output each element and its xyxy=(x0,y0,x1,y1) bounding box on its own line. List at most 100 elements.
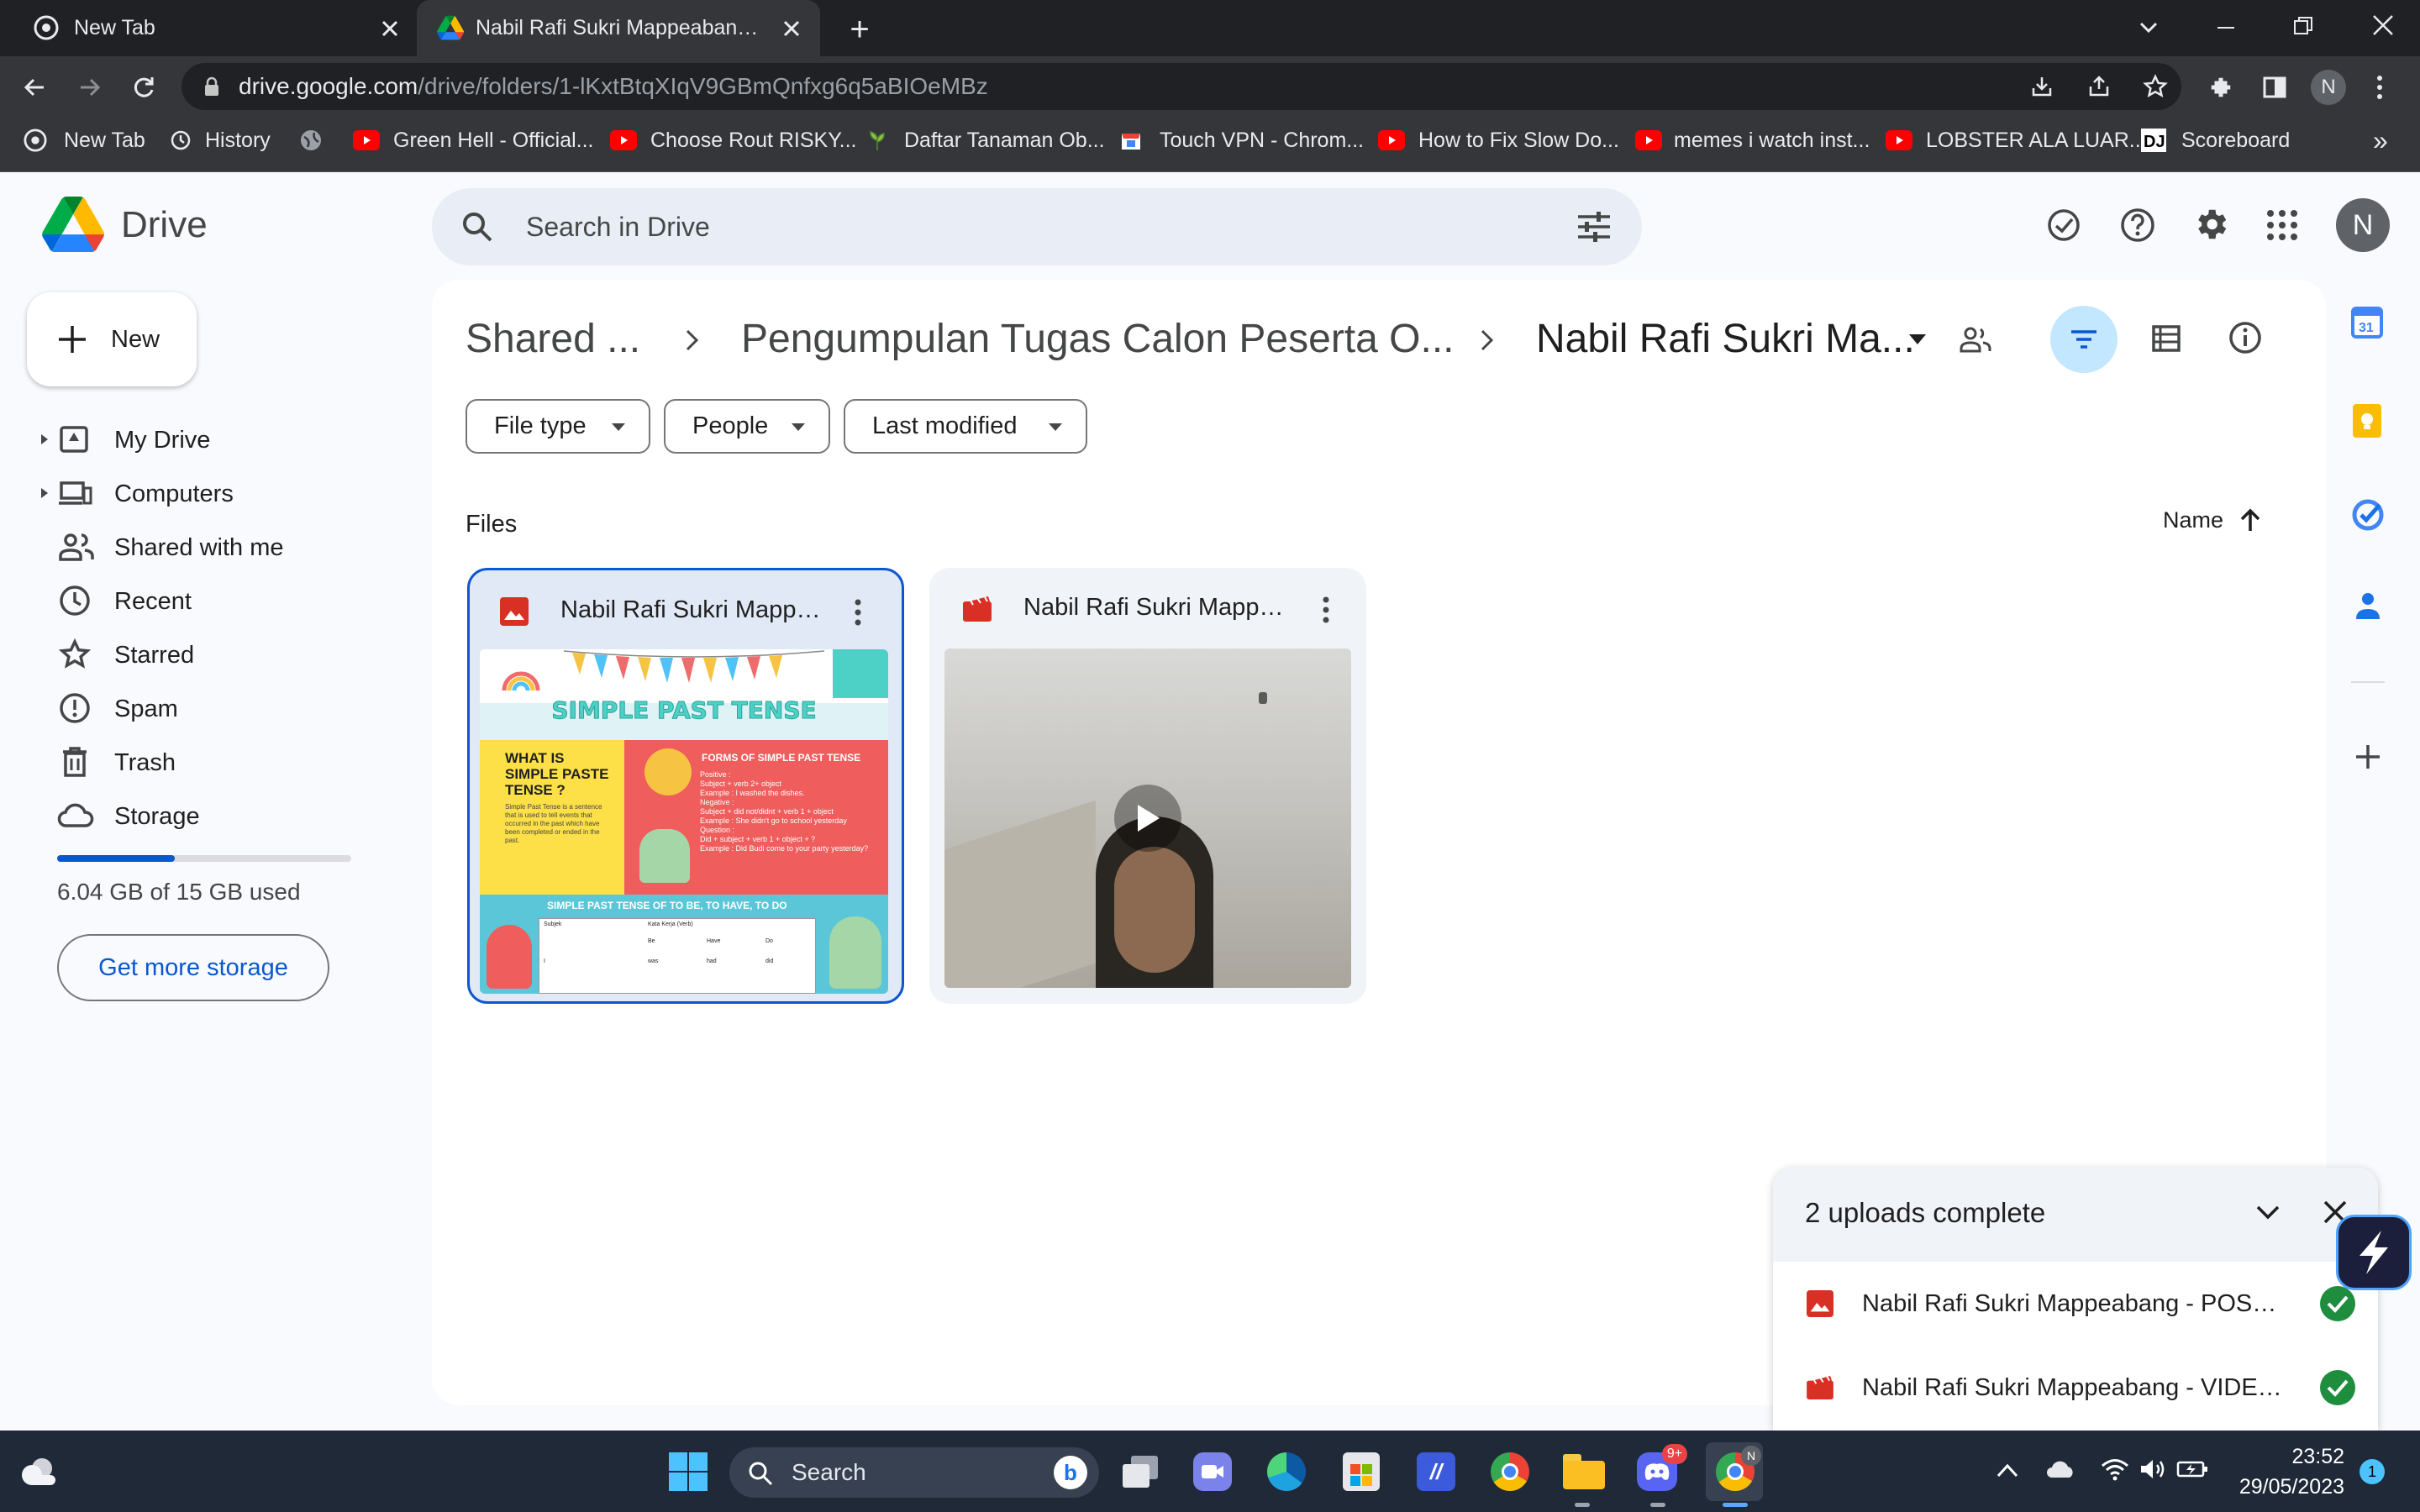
reload-icon[interactable] xyxy=(131,75,156,100)
sidebar-item-storage[interactable]: Storage xyxy=(25,790,378,840)
clock-time[interactable]: 23:52 xyxy=(2218,1442,2344,1471)
microsoft-store-icon[interactable] xyxy=(1343,1452,1380,1491)
sidebar-item-computers[interactable]: Computers xyxy=(25,467,378,517)
tab-new-tab[interactable]: New Tab xyxy=(0,0,417,56)
poster-forms-line: Example : I washed the dishes. xyxy=(700,789,805,797)
filter-last-modified[interactable]: Last modified xyxy=(844,399,1087,454)
address-bar[interactable]: drive.google.com/drive/folders/1-lKxtBtq… xyxy=(182,63,2181,110)
sidebar-item-my-drive[interactable]: My Drive xyxy=(25,413,378,464)
info-icon[interactable] xyxy=(2228,321,2262,354)
bookmark-memes[interactable]: memes i watch inst... xyxy=(1635,117,1870,164)
taskbar-search[interactable]: Search b xyxy=(729,1447,1099,1498)
upload-item[interactable]: Nabil Rafi Sukri Mappeabang - VIDEO... xyxy=(1773,1346,2378,1430)
bookmark-star-icon[interactable] xyxy=(2143,74,2168,99)
apps-grid-icon[interactable] xyxy=(2265,208,2299,242)
bookmark-new-tab[interactable]: New Tab xyxy=(24,117,145,164)
more-vert-icon[interactable] xyxy=(853,599,863,626)
filter-file-type[interactable]: File type xyxy=(466,399,650,454)
side-panel-icon[interactable] xyxy=(2262,75,2287,100)
task-view-icon[interactable] xyxy=(1123,1456,1158,1488)
restore-icon[interactable] xyxy=(2292,15,2314,37)
breadcrumb-item[interactable]: Shared ... xyxy=(466,309,640,370)
calendar-icon[interactable]: 31 xyxy=(2351,307,2383,339)
floating-app-button[interactable] xyxy=(2336,1215,2412,1290)
breadcrumb-item[interactable]: Pengumpulan Tugas Calon Peserta O... xyxy=(741,309,1455,370)
tab-search-icon[interactable] xyxy=(2138,17,2160,39)
search-options-icon[interactable] xyxy=(1576,210,1612,244)
sidebar-item-starred[interactable]: Starred xyxy=(25,628,378,679)
more-bookmarks-button[interactable]: » xyxy=(2373,117,2388,164)
clock-date[interactable]: 29/05/2023 xyxy=(2202,1473,2344,1501)
expand-arrow-icon[interactable] xyxy=(40,433,49,445)
play-button[interactable] xyxy=(1114,785,1181,852)
drive-logo-icon[interactable] xyxy=(42,197,104,252)
bookmark-scoreboard[interactable]: DJ Scoreboard xyxy=(2141,117,2290,164)
chrome-taskbar-icon[interactable] xyxy=(1491,1452,1529,1491)
autodesk-icon[interactable]: // xyxy=(1417,1452,1455,1491)
sidebar-item-trash[interactable]: Trash xyxy=(25,736,378,786)
notification-badge[interactable]: 1 xyxy=(2360,1459,2385,1484)
collapse-icon[interactable] xyxy=(2255,1205,2281,1221)
file-card-poster[interactable]: Nabil Rafi Sukri Mappe... SIMPLE PAST TE… xyxy=(467,568,904,1004)
bookmark-daftar-tanaman[interactable]: Daftar Tanaman Ob... xyxy=(865,117,1105,164)
sidebar-item-spam[interactable]: Spam xyxy=(25,682,378,732)
search-bar[interactable]: Search in Drive xyxy=(432,188,1642,265)
volume-icon[interactable] xyxy=(2139,1457,2166,1481)
onedrive-icon[interactable] xyxy=(2045,1459,2075,1479)
close-icon[interactable] xyxy=(380,18,400,39)
filter-toggle-button[interactable] xyxy=(2050,306,2118,373)
minimize-icon[interactable] xyxy=(2215,17,2237,39)
bookmark-globe[interactable] xyxy=(299,117,324,164)
account-avatar[interactable]: N xyxy=(2336,198,2390,252)
contacts-icon[interactable] xyxy=(2354,591,2381,621)
wifi-icon[interactable] xyxy=(2101,1457,2129,1481)
extensions-icon[interactable] xyxy=(2208,75,2233,100)
search-input[interactable]: Search in Drive xyxy=(526,188,710,265)
upload-item[interactable]: Nabil Rafi Sukri Mappeabang - POSTE... xyxy=(1773,1262,2378,1346)
table-col: Subjek xyxy=(544,921,562,927)
back-icon[interactable] xyxy=(22,75,47,100)
weather-widget[interactable] xyxy=(17,1451,59,1493)
sidebar-item-recent[interactable]: Recent xyxy=(25,575,378,625)
expand-arrow-icon[interactable] xyxy=(40,487,49,499)
keep-icon[interactable] xyxy=(2353,404,2381,438)
forward-icon[interactable] xyxy=(77,75,103,100)
install-app-icon[interactable] xyxy=(2030,75,2054,98)
file-explorer-icon[interactable] xyxy=(1563,1454,1605,1489)
sort-by-name-button[interactable]: Name xyxy=(2151,499,2269,541)
bookmark-green-hell[interactable]: Green Hell - Official... xyxy=(353,117,594,164)
folder-menu-dropdown-icon[interactable] xyxy=(1909,334,1926,344)
teams-chat-icon[interactable] xyxy=(1193,1452,1232,1491)
list-view-icon[interactable] xyxy=(2151,324,2181,353)
more-vert-icon[interactable] xyxy=(1321,596,1331,623)
share-folder-icon[interactable] xyxy=(1960,326,1991,353)
breadcrumb-current-folder[interactable]: Nabil Rafi Sukri Ma... xyxy=(1536,309,1915,370)
add-icon[interactable] xyxy=(2354,743,2381,770)
help-icon[interactable] xyxy=(2119,207,2156,244)
new-tab-button[interactable]: + xyxy=(839,8,881,50)
edge-icon[interactable] xyxy=(1267,1452,1306,1491)
ready-for-offline-icon[interactable] xyxy=(2045,207,2082,244)
more-vert-icon[interactable] xyxy=(2373,74,2386,101)
settings-icon[interactable] xyxy=(2191,205,2230,244)
chrome-profile-taskbar-icon[interactable]: N xyxy=(1706,1442,1763,1501)
close-icon[interactable] xyxy=(781,18,802,39)
get-more-storage-button[interactable]: Get more storage xyxy=(57,934,329,1001)
tab-drive-folder[interactable]: Nabil Rafi Sukri Mappeabang - Go xyxy=(417,0,820,56)
bookmark-history[interactable]: History xyxy=(168,117,271,164)
show-hidden-icons-icon[interactable] xyxy=(1996,1462,2018,1478)
close-window-icon[interactable] xyxy=(2371,13,2395,37)
bookmark-lobster[interactable]: LOBSTER ALA LUAR... xyxy=(1886,117,2147,164)
new-button[interactable]: New xyxy=(27,292,197,386)
profile-avatar[interactable]: N xyxy=(2311,70,2346,105)
tasks-icon[interactable] xyxy=(2351,498,2385,532)
bookmark-choose-rout[interactable]: Choose Rout RISKY... xyxy=(610,117,857,164)
sidebar-item-shared-with-me[interactable]: Shared with me xyxy=(25,521,378,571)
bookmark-touch-vpn[interactable]: Touch VPN - Chrom... xyxy=(1119,117,1364,164)
share-icon[interactable] xyxy=(2087,75,2111,98)
search-icon[interactable] xyxy=(460,210,494,244)
windows-start-icon[interactable] xyxy=(669,1452,708,1491)
bookmark-fix-slow[interactable]: How to Fix Slow Do... xyxy=(1378,117,1619,164)
file-card-video[interactable]: Nabil Rafi Sukri Mappe... xyxy=(929,568,1366,1004)
filter-people[interactable]: People xyxy=(664,399,830,454)
